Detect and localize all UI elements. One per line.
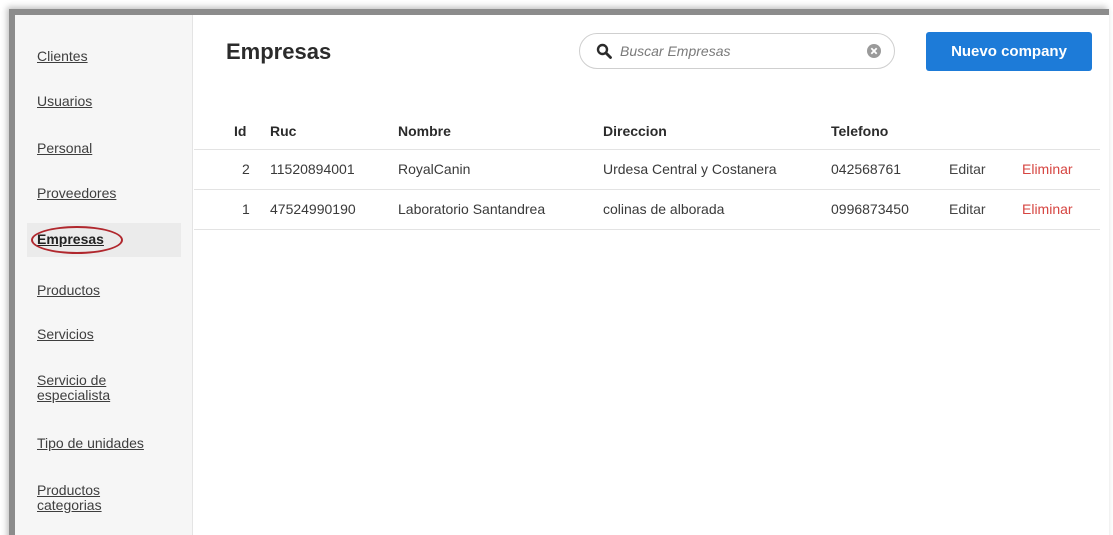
cell-id: 2 xyxy=(194,148,270,189)
table-header-row: Id Ruc Nombre Direccion Telefono xyxy=(194,105,1100,149)
new-company-button[interactable]: Nuevo company xyxy=(926,32,1092,71)
column-header-direccion: Direccion xyxy=(603,122,667,139)
cell-ruc: 11520894001 xyxy=(270,148,398,189)
cell-telefono: 0996873450 xyxy=(831,188,949,230)
cell-nombre: RoyalCanin xyxy=(398,148,603,189)
sidebar-item-clientes[interactable]: Clientes xyxy=(27,49,181,64)
sidebar-item-personal[interactable]: Personal xyxy=(27,141,181,156)
sidebar-item-proveedores[interactable]: Proveedores xyxy=(27,186,181,201)
companies-table: Id Ruc Nombre Direccion Telefono 2 11520… xyxy=(194,105,1100,230)
edit-link[interactable]: Editar xyxy=(949,161,986,177)
column-header-delete xyxy=(1022,105,1100,149)
column-header-ruc: Ruc xyxy=(270,122,297,139)
cell-nombre: Laboratorio Santandrea xyxy=(398,188,603,230)
search-input[interactable] xyxy=(620,41,860,61)
delete-link[interactable]: Eliminar xyxy=(1022,201,1073,217)
page-title: Empresas xyxy=(226,39,332,64)
sidebar-item-label: Empresas xyxy=(37,231,104,247)
cell-direccion: Urdesa Central y Costanera xyxy=(603,148,831,189)
column-header-telefono: Telefono xyxy=(831,122,889,139)
sidebar-item-usuarios[interactable]: Usuarios xyxy=(27,94,181,109)
table-row: 2 11520894001 RoyalCanin Urdesa Central … xyxy=(194,148,1100,189)
sidebar-item-productos[interactable]: Productos xyxy=(27,283,181,298)
cell-id: 1 xyxy=(194,188,270,230)
main-content: Empresas Nuevo company Id Ruc Nombre Dir… xyxy=(194,15,1109,535)
sidebar-item-tipo-unidades[interactable]: Tipo de unidades xyxy=(27,436,181,451)
search-box[interactable] xyxy=(579,33,895,69)
edit-link[interactable]: Editar xyxy=(949,201,986,217)
search-icon xyxy=(596,43,612,59)
column-header-nombre: Nombre xyxy=(398,122,451,139)
column-header-id: Id xyxy=(234,122,247,139)
app-window: Clientes Usuarios Personal Proveedores E… xyxy=(9,9,1109,535)
sidebar: Clientes Usuarios Personal Proveedores E… xyxy=(15,15,193,535)
clear-search-icon[interactable] xyxy=(867,44,881,58)
table-row: 1 47524990190 Laboratorio Santandrea col… xyxy=(194,188,1100,230)
sidebar-item-productos-categorias[interactable]: Productos categorias xyxy=(27,483,127,513)
sidebar-item-servicio-especialista[interactable]: Servicio de especialista xyxy=(27,373,127,403)
sidebar-item-servicios[interactable]: Servicios xyxy=(27,327,181,342)
delete-link[interactable]: Eliminar xyxy=(1022,161,1073,177)
cell-direccion: colinas de alborada xyxy=(603,188,831,230)
cell-telefono: 042568761 xyxy=(831,148,949,189)
sidebar-item-empresas[interactable]: Empresas xyxy=(27,223,181,257)
column-header-edit xyxy=(949,105,1022,149)
cell-ruc: 47524990190 xyxy=(270,188,398,230)
